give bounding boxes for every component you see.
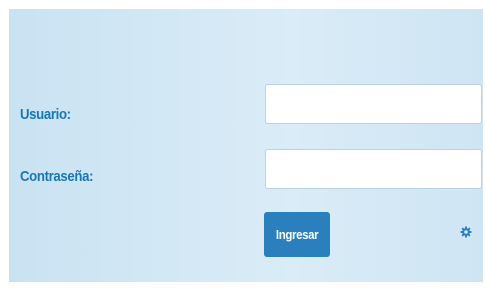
username-label: Usuario:	[20, 106, 71, 123]
submit-button-label: Ingresar	[275, 227, 319, 242]
password-input[interactable]	[265, 149, 482, 189]
password-label: Contraseña:	[20, 168, 94, 185]
gear-icon[interactable]	[460, 226, 472, 238]
login-panel: Usuario: Contraseña: Ingresar	[9, 9, 483, 282]
username-input[interactable]	[265, 84, 482, 124]
submit-button[interactable]: Ingresar	[264, 212, 330, 257]
